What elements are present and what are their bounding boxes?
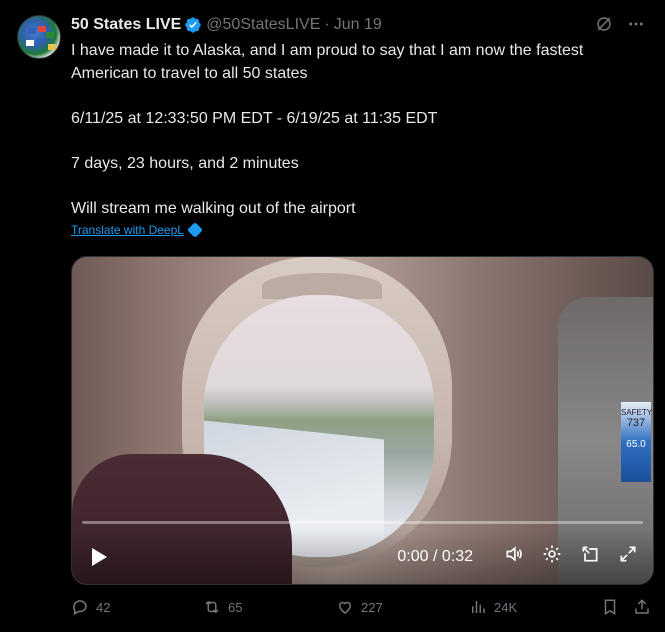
like-button[interactable]: 227 [336, 598, 383, 616]
deepl-icon [187, 222, 203, 238]
bookmark-button[interactable] [601, 598, 619, 616]
fullscreen-icon[interactable] [617, 544, 639, 569]
views-chart-icon [472, 601, 485, 613]
tweet-actions: 42 65 227 24K [71, 598, 661, 622]
reply-button[interactable]: 42 [71, 598, 110, 616]
share-icon [635, 599, 649, 614]
share-button[interactable] [633, 598, 651, 616]
play-icon[interactable] [92, 547, 107, 566]
bookmark-icon [604, 599, 616, 616]
repost-icon [205, 600, 219, 614]
safety-card-number2: 65.0 [626, 439, 646, 450]
tweet-header: 50 States LIVE @50StatesLIVE · Jun 19 [71, 15, 645, 35]
views-count: 24K [494, 599, 518, 615]
tweet-line: American to travel to all 50 states [71, 64, 308, 82]
translate-link[interactable]: Translate with DeepL [71, 222, 203, 238]
safety-card-number: 737 [626, 417, 646, 429]
repost-count: 65 [228, 599, 243, 615]
like-count: 227 [361, 599, 383, 615]
video-progress-bar[interactable] [82, 521, 643, 524]
separator-dot: · [324, 16, 330, 33]
translate-label[interactable]: Translate with DeepL [71, 223, 184, 237]
safety-card: SAFETY 737 65.0 [621, 402, 653, 482]
views-button[interactable]: 24K [469, 598, 517, 616]
settings-gear-icon[interactable] [541, 544, 563, 569]
reply-count: 42 [96, 599, 111, 615]
video-player[interactable]: SAFETY 737 65.0 0:00 / 0:32 [71, 256, 654, 585]
video-controls: 0:00 / 0:32 [72, 529, 653, 584]
verified-badge-icon [185, 17, 201, 33]
heart-icon [338, 601, 352, 614]
safety-card-text: SAFETY [621, 408, 653, 417]
tweet-line: Will stream me walking out of the airpor… [71, 199, 356, 217]
tweet-text: I have made it to Alaska, and I am proud… [71, 40, 651, 220]
tweet-date[interactable]: Jun 19 [334, 16, 382, 34]
volume-icon[interactable] [503, 544, 525, 569]
author-handle[interactable]: @50StatesLIVE [206, 16, 320, 34]
repost-button[interactable]: 65 [203, 598, 242, 616]
tweet-line: 7 days, 23 hours, and 2 minutes [71, 154, 299, 172]
more-options-icon[interactable] [627, 15, 645, 38]
avatar[interactable] [17, 15, 61, 59]
author-name[interactable]: 50 States LIVE [71, 16, 181, 34]
tweet-line: I have made it to Alaska, and I am proud… [71, 42, 584, 59]
tweet-line: 6/11/25 at 12:33:50 PM EDT - 6/19/25 at … [71, 109, 438, 127]
video-time: 0:00 / 0:32 [397, 547, 473, 565]
grok-icon[interactable] [595, 15, 613, 38]
reply-icon [73, 600, 87, 616]
picture-in-picture-icon[interactable] [579, 544, 601, 569]
